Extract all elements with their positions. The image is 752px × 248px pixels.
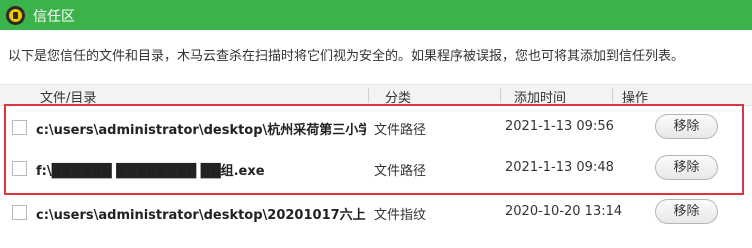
row-checkbox[interactable] — [12, 161, 27, 176]
remove-button[interactable]: 移除 — [655, 155, 718, 180]
column-divider[interactable] — [368, 88, 369, 103]
row-path: f:\██████ ████████ ██组.exe — [36, 164, 265, 179]
column-divider[interactable] — [500, 88, 501, 103]
title-bar: 信任区 — [0, 0, 752, 30]
row-path: c:\users\administrator\desktop\杭州采荷第三小学教… — [36, 123, 366, 138]
row-category: 文件路径 — [374, 164, 427, 179]
row-path: c:\users\administrator\desktop\20201017六… — [36, 208, 366, 223]
description-text: 以下是您信任的文件和目录，木马云查杀在扫描时将它们视为安全的。如果程序被误报，您… — [8, 49, 685, 64]
table-row[interactable]: c:\users\administrator\desktop\20201017六… — [0, 193, 752, 233]
table-header: 文件/目录 分类 添加时间 操作 — [0, 84, 752, 106]
remove-button[interactable]: 移除 — [655, 199, 718, 224]
window-title: 信任区 — [33, 9, 75, 25]
row-time: 2021-1-13 09:48 — [505, 160, 614, 175]
shield-logo-icon — [6, 6, 25, 25]
row-category: 文件路径 — [374, 123, 427, 138]
row-checkbox[interactable] — [12, 205, 27, 220]
row-category: 文件指纹 — [374, 208, 427, 223]
table-row[interactable]: c:\users\administrator\desktop\杭州采荷第三小学教… — [0, 108, 752, 148]
row-time: 2020-10-20 13:14 — [505, 204, 623, 219]
column-divider[interactable] — [612, 88, 613, 103]
row-checkbox[interactable] — [12, 120, 27, 135]
remove-button[interactable]: 移除 — [655, 114, 718, 139]
table-row[interactable]: f:\██████ ████████ ██组.exe 文件路径 2021-1-1… — [0, 149, 752, 189]
row-time: 2021-1-13 09:56 — [505, 119, 614, 134]
